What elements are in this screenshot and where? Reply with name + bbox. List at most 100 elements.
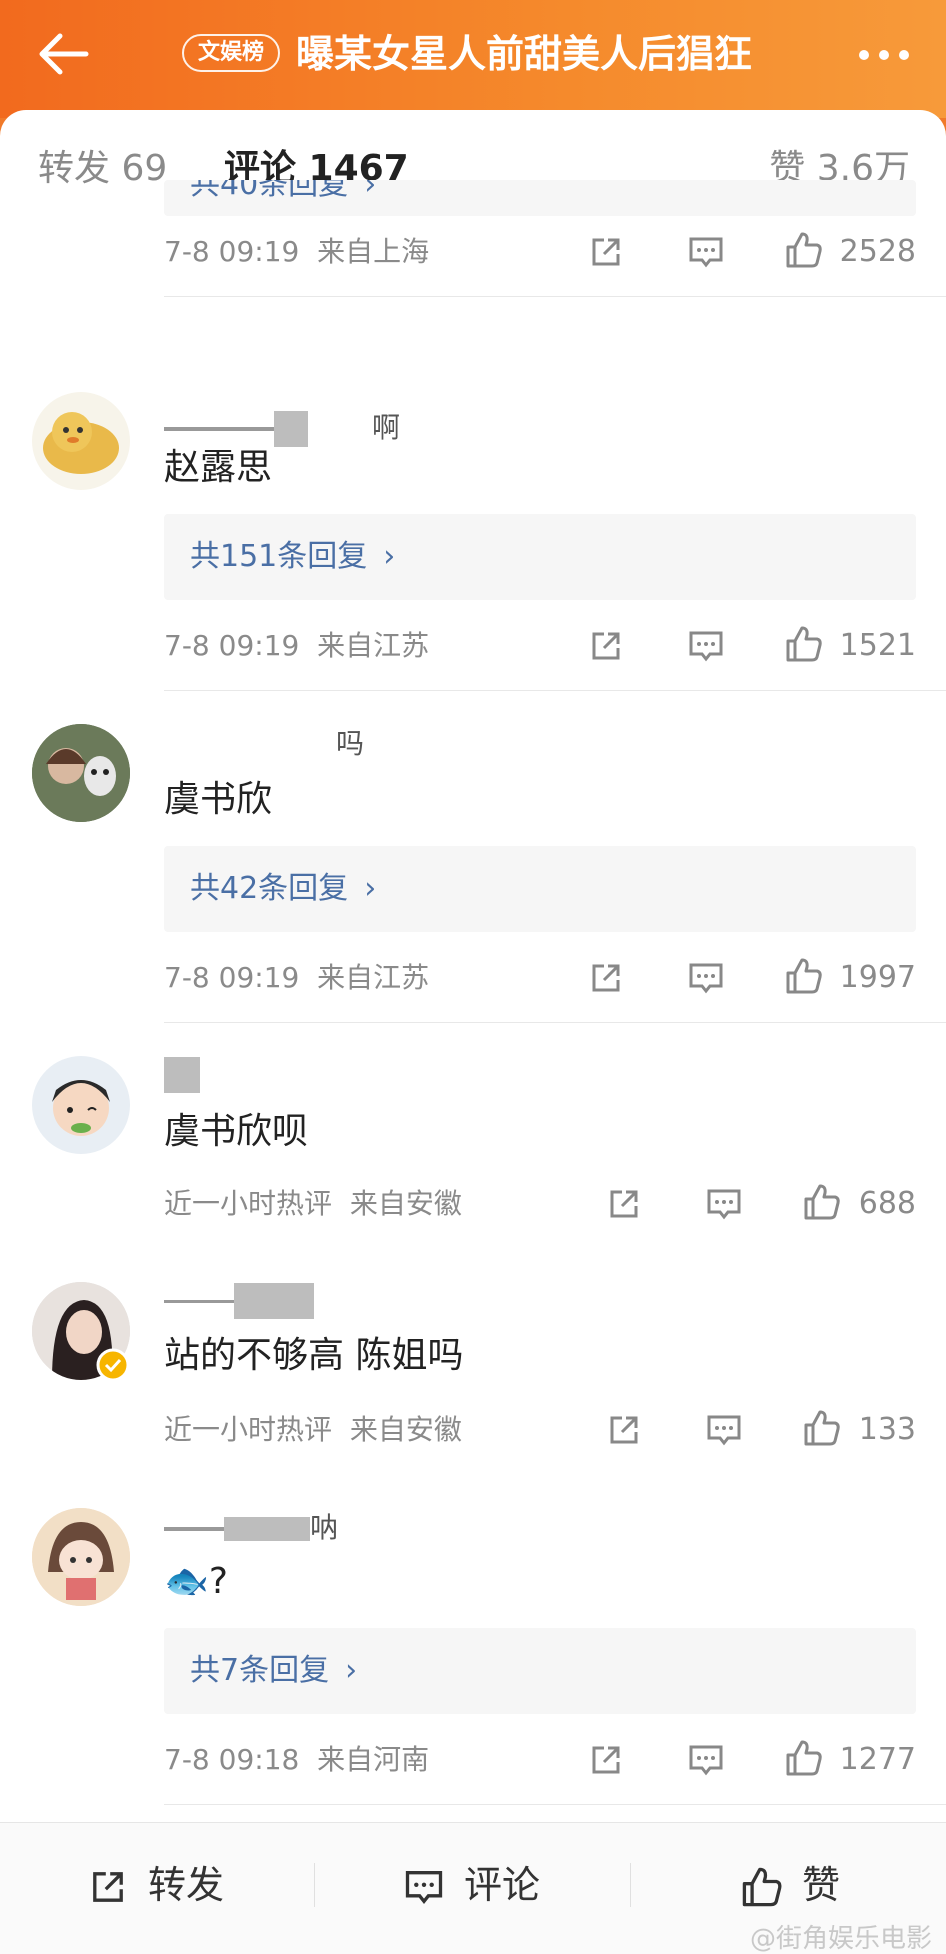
username[interactable]: 呐 <box>164 1510 338 1546</box>
share-icon[interactable] <box>604 1410 644 1450</box>
divider <box>314 1863 315 1907</box>
avatar[interactable] <box>32 392 130 490</box>
share-icon[interactable] <box>604 1184 644 1224</box>
repost-button[interactable]: 转发 <box>86 1857 246 1913</box>
username[interactable] <box>164 1056 200 1093</box>
redacted-name <box>224 1517 310 1541</box>
comment-location: 来自江苏 <box>317 629 430 662</box>
comment-icon <box>405 1871 443 1904</box>
chevron-right-icon: › <box>345 1653 358 1688</box>
arrow-left-icon <box>39 33 89 75</box>
comment-location: 来自安徽 <box>349 1413 462 1446</box>
comment-time: 近一小时热评 <box>164 1187 333 1220</box>
like-count: 1521 <box>839 628 916 663</box>
comment-icon[interactable] <box>686 626 726 666</box>
view-replies-button[interactable]: 共42条回复 › <box>164 846 916 932</box>
divider <box>164 296 946 297</box>
username[interactable]: 啊 <box>164 410 400 447</box>
avatar[interactable] <box>32 724 130 822</box>
chevron-right-icon: › <box>364 871 377 906</box>
share-icon[interactable] <box>586 958 626 998</box>
repost-label: 转发 <box>148 1863 225 1907</box>
thumbs-up-icon[interactable] <box>784 624 824 664</box>
comment-icon[interactable] <box>686 1740 726 1780</box>
watermark: @街角娱乐电影 <box>749 1924 932 1954</box>
like-count: 688 <box>858 1186 916 1221</box>
divider <box>164 1022 946 1023</box>
divider <box>164 1804 946 1805</box>
comment-meta: 近一小时热评 来自安徽 <box>164 1186 462 1222</box>
comment-label: 评论 <box>464 1863 541 1907</box>
comment-icon[interactable] <box>686 232 726 272</box>
back-button[interactable] <box>30 24 100 84</box>
like-count: 1277 <box>839 1742 916 1777</box>
username-suffix: 吗 <box>336 727 365 760</box>
comment-location: 来自上海 <box>317 235 430 268</box>
thumbs-up-icon[interactable] <box>784 230 824 270</box>
thumbs-up-icon[interactable] <box>784 1738 824 1778</box>
comment-text: 站的不够高 陈姐吗 <box>164 1335 464 1376</box>
redacted-name <box>234 1283 314 1319</box>
comment-time: 7-8 09:19 <box>164 235 300 268</box>
replies-label: 共151条回复 <box>190 539 368 574</box>
comment-icon[interactable] <box>704 1410 744 1450</box>
username-suffix: 啊 <box>372 411 401 444</box>
cartoon-boy-avatar-icon <box>52 1080 110 1136</box>
redacted-name <box>164 427 274 431</box>
replies-label: 共7条回复 <box>190 1653 330 1688</box>
avatar[interactable] <box>32 1056 130 1154</box>
comment-meta: 近一小时热评 来自安徽 <box>164 1412 462 1448</box>
username[interactable]: 吗 <box>164 726 364 762</box>
chevron-right-icon: › <box>364 180 377 202</box>
duck-avatar-icon <box>43 412 119 474</box>
comment-time: 7-8 09:19 <box>164 629 300 662</box>
comment-location: 来自安徽 <box>349 1187 462 1220</box>
like-button[interactable]: 赞 <box>740 1857 860 1913</box>
redacted-name <box>164 1299 234 1303</box>
redacted-name <box>164 1057 200 1093</box>
tab-reposts[interactable]: 转发 69 <box>38 146 167 192</box>
comment-meta: 7-8 09:19 来自上海 <box>164 234 429 270</box>
replies-label: 共40条回复 <box>190 180 349 202</box>
comment-text: 虞书欣呗 <box>164 1111 309 1152</box>
like-count: 2528 <box>839 234 916 269</box>
page-title: 曝某女星人前甜美人后猖狂 <box>296 32 753 76</box>
username[interactable] <box>164 1282 314 1319</box>
comment-text: 🐟? <box>164 1561 228 1602</box>
chevron-right-icon: › <box>383 539 396 574</box>
comment-time: 7-8 09:19 <box>164 961 300 994</box>
redacted-name <box>274 411 308 447</box>
thumbs-up-icon <box>742 1867 782 1907</box>
share-icon[interactable] <box>586 232 626 272</box>
divider <box>164 690 946 691</box>
person-with-dog-avatar-icon <box>32 724 130 822</box>
redacted-name <box>164 1527 224 1531</box>
category-tag[interactable]: 文娱榜 <box>182 34 281 72</box>
avatar[interactable] <box>32 1508 130 1606</box>
view-replies-button[interactable]: 共7条回复 › <box>164 1628 916 1714</box>
comment-icon[interactable] <box>686 958 726 998</box>
top-bar: 文娱榜 曝某女星人前甜美人后猖狂 <box>0 0 946 118</box>
comment-meta: 7-8 09:18 来自河南 <box>164 1742 429 1778</box>
comment-icon[interactable] <box>704 1184 744 1224</box>
comment-meta: 7-8 09:19 来自江苏 <box>164 628 429 664</box>
divider <box>630 1863 631 1907</box>
comment-text: 赵露思 <box>164 447 273 488</box>
share-icon <box>93 1872 123 1902</box>
replies-label: 共42条回复 <box>190 871 349 906</box>
view-replies-button[interactable]: 共40条回复 › <box>164 180 916 216</box>
like-count: 133 <box>858 1412 916 1447</box>
like-label: 赞 <box>802 1863 841 1907</box>
content-card: 转发 69 评论 1467 赞 3.6万 共40条回复 › 7-8 09:19 来… <box>0 110 946 1954</box>
view-replies-button[interactable]: 共151条回复 › <box>164 514 916 600</box>
more-button[interactable] <box>854 40 914 70</box>
comment-meta: 7-8 09:19 来自江苏 <box>164 960 429 996</box>
comment-text: 虞书欣 <box>164 779 273 820</box>
verified-badge-icon <box>96 1348 130 1382</box>
share-icon[interactable] <box>586 626 626 666</box>
username-suffix: 呐 <box>310 1511 339 1544</box>
comment-button[interactable]: 评论 <box>402 1857 562 1913</box>
thumbs-up-icon[interactable] <box>784 956 824 996</box>
comment-time: 近一小时热评 <box>164 1413 333 1446</box>
share-icon[interactable] <box>586 1740 626 1780</box>
